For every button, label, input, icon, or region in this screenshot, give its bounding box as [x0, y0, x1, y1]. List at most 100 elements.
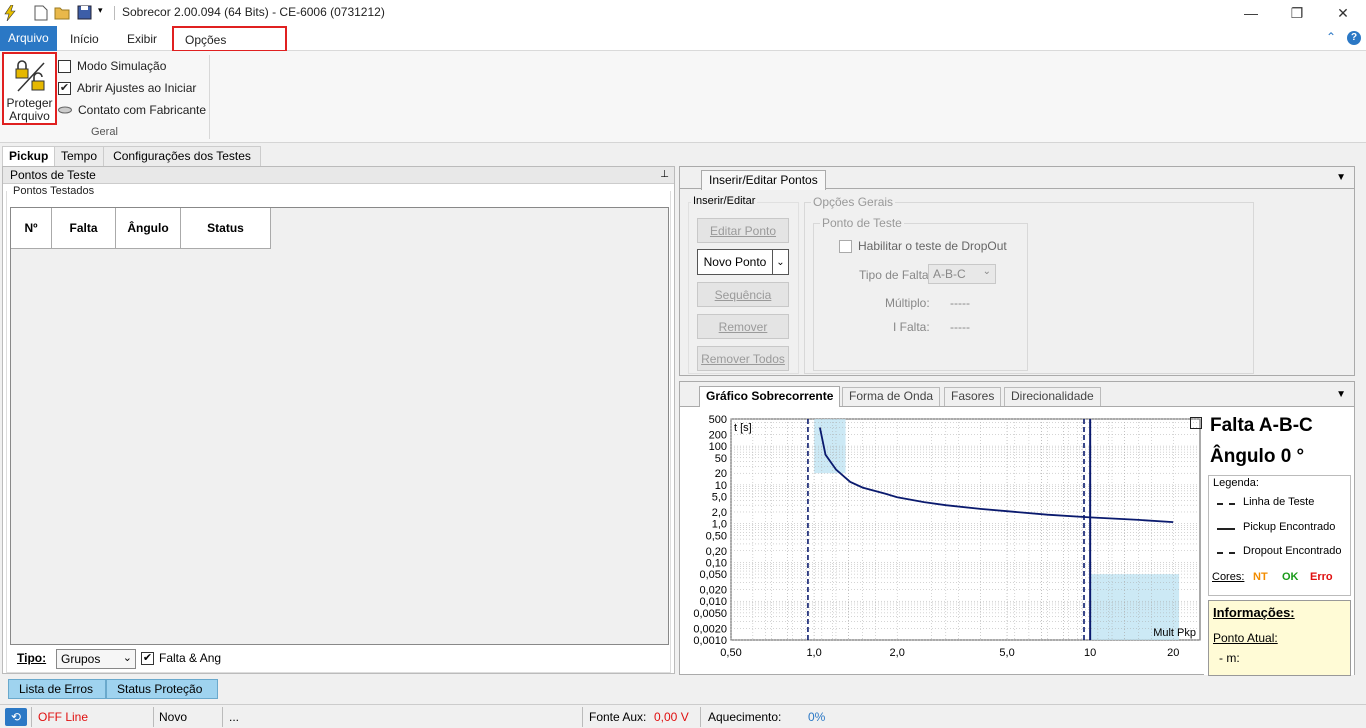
insert-panel-dropdown-icon[interactable]: ▼ [1336, 172, 1346, 183]
protect-file-button[interactable]: Proteger Arquivo [2, 52, 57, 125]
legend-pickup: Pickup Encontrado [1243, 521, 1336, 533]
tab-inserir-editar-pontos[interactable]: Inserir/Editar Pontos [701, 170, 826, 190]
tab-tempo[interactable]: Tempo [54, 146, 105, 166]
y-tick-label: 2,0 [712, 507, 727, 519]
graph-panel-dropdown-icon[interactable]: ▼ [1336, 389, 1346, 400]
col-numero[interactable]: Nº [11, 208, 52, 249]
refresh-icon[interactable]: ⟲ [5, 708, 27, 726]
tipo-select[interactable]: Grupos ⌄ [56, 649, 136, 669]
tab-grafico-sobrecorrente[interactable]: Gráfico Sobrecorrente [699, 386, 841, 407]
menu-arquivo[interactable]: Arquivo [0, 26, 57, 51]
maximize-button[interactable]: ❐ [1274, 0, 1320, 26]
close-button[interactable]: ✕ [1320, 0, 1366, 26]
x-tick-label: 2,0 [890, 647, 905, 659]
modo-simulacao-row[interactable]: Modo Simulação [58, 59, 166, 73]
status-sep-5 [700, 707, 701, 727]
remover-button[interactable]: Remover [697, 314, 789, 339]
open-folder-icon[interactable] [54, 5, 72, 20]
minimize-button[interactable]: — [1228, 0, 1274, 26]
abrir-ajustes-label: Abrir Ajustes ao Iniciar [77, 81, 197, 95]
chart-side-legend: Falta A-B-C Ângulo 0 ° Legenda: Linha de… [1190, 410, 1354, 676]
editar-ponto-button[interactable]: Editar Ponto [697, 218, 789, 243]
y-tick-label: 0,20 [706, 546, 727, 558]
overcurrent-chart[interactable]: 5002001005020105,02,01,00,500,200,100,05… [680, 408, 1202, 676]
insert-edit-panel: Inserir/Editar Pontos ▼ Inserir/Editar E… [679, 166, 1355, 376]
save-icon[interactable] [77, 5, 92, 20]
cor-ok: OK [1282, 571, 1299, 583]
pin-icon[interactable]: ⊥ [660, 167, 669, 183]
tab-lista-erros[interactable]: Lista de Erros [8, 679, 106, 699]
dropout-checkbox[interactable] [839, 239, 852, 253]
sequencia-button[interactable]: Sequência [697, 282, 789, 307]
info-title: Informações: [1213, 605, 1295, 620]
dropout-row[interactable]: Habilitar o teste de DropOut [839, 239, 1007, 253]
tipo-label: Tipo: [17, 651, 47, 665]
title-bar: ▾ Sobrecor 2.00.094 (64 Bits) - CE-6006 … [0, 0, 1366, 26]
novo-ponto-dropdown-icon[interactable]: ⌄ [772, 249, 789, 275]
tipo-falta-label: Tipo de Falta: [859, 268, 932, 282]
legenda-label: Legenda: [1213, 477, 1259, 489]
abrir-ajustes-checkbox[interactable]: ✔ [58, 81, 71, 95]
col-status[interactable]: Status [181, 208, 271, 249]
falta-ang-row[interactable]: ✔ Falta & Ang [141, 651, 221, 665]
window-title: Sobrecor 2.00.094 (64 Bits) - CE-6006 (0… [122, 5, 385, 19]
app-lightning-icon [3, 5, 17, 21]
x-tick-label: 10 [1084, 647, 1096, 659]
aquecimento-label: Aquecimento: [708, 710, 782, 724]
pontos-header: Pontos de Teste ⊥ [3, 167, 674, 184]
multiplo-value: ----- [950, 296, 970, 310]
legend-dropout: Dropout Encontrado [1243, 545, 1342, 557]
novo-ponto-button[interactable]: Novo Ponto [697, 249, 773, 275]
x-tick-label: 5,0 [999, 647, 1014, 659]
pontos-header-title: Pontos de Teste [10, 168, 96, 182]
abrir-ajustes-row[interactable]: ✔ Abrir Ajustes ao Iniciar [58, 81, 196, 95]
mode-status: Novo [159, 710, 188, 724]
maximize-chart-icon[interactable] [1190, 417, 1202, 429]
ribbon-collapse-icon[interactable]: ⌃ [1326, 30, 1336, 44]
x-tick-label: 20 [1167, 647, 1179, 659]
tab-configuracoes[interactable]: Configurações dos Testes [103, 146, 261, 166]
falta-title: Falta A-B-C [1210, 415, 1313, 436]
y-tick-label: 5,0 [712, 492, 727, 504]
tab-fasores[interactable]: Fasores [944, 387, 1002, 406]
offline-status: OFF Line [38, 710, 89, 724]
y-tick-label: 20 [715, 468, 727, 480]
legend-box: Legenda: Linha de Teste Pickup Encontrad… [1208, 475, 1351, 596]
ribbon-separator [209, 55, 210, 139]
status-bar: ⟲ OFF Line Novo ... Fonte Aux: 0,00 V Aq… [0, 704, 1366, 728]
new-file-icon[interactable] [34, 5, 48, 21]
y-tick-label: 1,0 [712, 519, 727, 531]
x-axis-label: Mult Pkp [1153, 627, 1196, 639]
col-angulo[interactable]: Ângulo [116, 208, 181, 249]
modo-simulacao-checkbox[interactable] [58, 59, 71, 73]
contato-row[interactable]: Contato com Fabricante [58, 103, 206, 117]
title-separator [114, 6, 115, 20]
ribbon: Proteger Arquivo Modo Simulação ✔ Abrir … [0, 51, 1366, 143]
col-falta[interactable]: Falta [52, 208, 116, 249]
menu-bar: Arquivo Início Exibir Opções Software ⌃ … [0, 26, 1366, 71]
menu-inicio[interactable]: Início [60, 29, 109, 51]
tab-pickup[interactable]: Pickup [2, 146, 56, 167]
legend-pickup-swatch [1217, 528, 1235, 530]
tipo-falta-select[interactable]: A-B-C ⌄ [928, 264, 996, 284]
dots-status: ... [229, 710, 240, 724]
qat-customize-icon[interactable]: ▾ [98, 5, 103, 16]
menu-exibir[interactable]: Exibir [117, 29, 167, 51]
status-sep-1 [31, 707, 32, 727]
help-icon[interactable]: ? [1347, 31, 1361, 45]
tab-forma-onda[interactable]: Forma de Onda [842, 387, 941, 406]
tab-direcionalidade[interactable]: Direcionalidade [1004, 387, 1101, 406]
falta-ang-checkbox[interactable]: ✔ [141, 651, 154, 665]
remover-todos-button[interactable]: Remover Todos [697, 346, 789, 371]
contact-icon [58, 103, 72, 117]
y-tick-label: 500 [709, 414, 727, 426]
pontos-grid[interactable]: Nº Falta Ângulo Status [10, 207, 669, 645]
tab-status-protecao[interactable]: Status Proteção [106, 679, 218, 699]
y-tick-label: 200 [709, 429, 727, 441]
menu-opcoes-software[interactable]: Opções Software [172, 26, 287, 71]
tipo-falta-chevron-icon: ⌄ [982, 266, 991, 277]
ifalta-label: I Falta: [893, 320, 930, 334]
aquecimento-value: 0% [808, 710, 826, 724]
legend-dropout-swatch [1217, 552, 1235, 554]
cor-nt: NT [1253, 571, 1268, 583]
